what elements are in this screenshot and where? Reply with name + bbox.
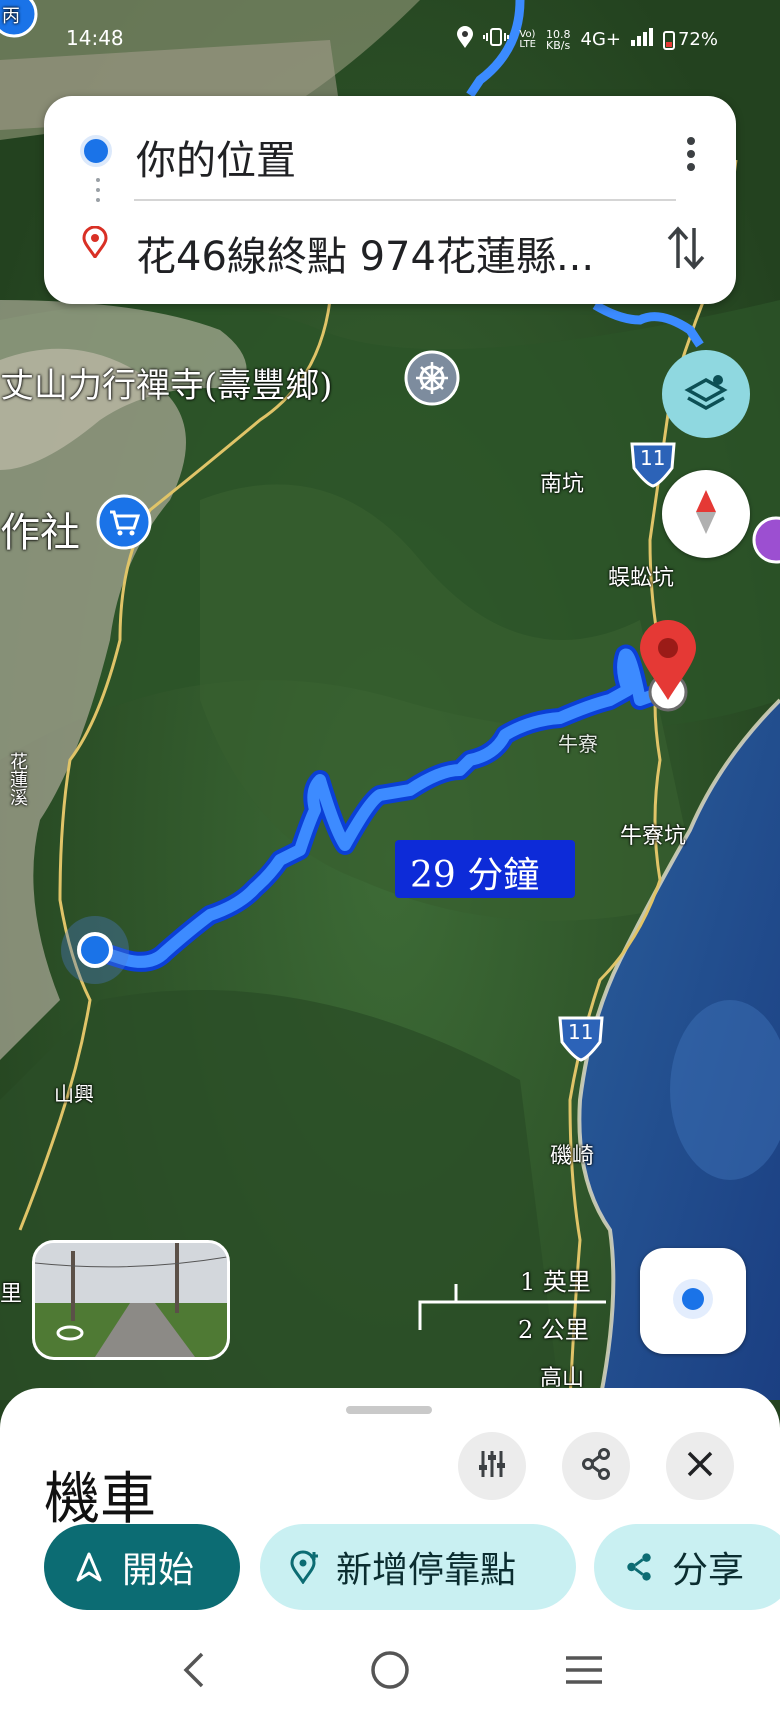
- sliders-icon: [477, 1449, 507, 1483]
- share-label: 分享: [672, 1550, 745, 1591]
- network-speed: 10.8 KB/s: [546, 27, 571, 52]
- swap-icon[interactable]: [666, 224, 706, 272]
- origin-marker: [77, 932, 113, 968]
- share-icon: [580, 1448, 612, 1484]
- highway-shield-label-top: 11: [640, 446, 666, 470]
- network-type: 4G+: [580, 29, 621, 50]
- map-label-jiqi: 磯崎: [550, 1144, 595, 1169]
- share-route-button[interactable]: [562, 1432, 630, 1500]
- share-pill-icon: [624, 1552, 654, 1582]
- home-icon[interactable]: [370, 1650, 410, 1694]
- start-button-label: 開始: [122, 1550, 195, 1591]
- map-label-nankeng: 南坑: [540, 472, 585, 497]
- destination-field[interactable]: 花46線終點 974花蓮縣...: [136, 224, 594, 282]
- start-button[interactable]: 開始: [44, 1524, 240, 1610]
- more-options-icon[interactable]: [686, 136, 696, 172]
- battery-icon: 72%: [662, 29, 718, 50]
- vibrate-icon: [483, 27, 510, 52]
- temple-icon: [404, 350, 460, 406]
- shopping-cart-icon: [96, 494, 152, 550]
- highway-shield-label-bottom: 11: [568, 1020, 594, 1044]
- volte-icon: Vo) LTE: [519, 28, 536, 50]
- close-button[interactable]: [666, 1432, 734, 1500]
- drag-handle[interactable]: [346, 1406, 432, 1414]
- location-status-icon: [457, 26, 474, 53]
- destination-pin-small-icon: [82, 225, 108, 262]
- add-stop-label: 新增停靠點: [336, 1550, 517, 1591]
- route-options-button[interactable]: [458, 1432, 526, 1500]
- travel-mode-title: 機車: [44, 1467, 156, 1532]
- compass-button[interactable]: [662, 470, 750, 558]
- scale-miles: 1 英里: [520, 1268, 591, 1296]
- status-time: 14:48: [66, 26, 124, 50]
- map-label-coop: 作社: [0, 510, 80, 556]
- back-icon[interactable]: [180, 1650, 206, 1694]
- compass-icon: [694, 490, 718, 538]
- destination-row[interactable]: 花46線終點 974花蓮縣...: [44, 202, 736, 292]
- add-stop-button[interactable]: 新增停靠點: [260, 1524, 576, 1610]
- directions-card: 你的位置 花46線終點 974花蓮縣...: [44, 96, 736, 304]
- share-button[interactable]: 分享: [594, 1524, 780, 1610]
- recents-icon[interactable]: [564, 1654, 604, 1690]
- my-location-icon: [671, 1277, 715, 1325]
- system-nav-bar: [0, 1616, 780, 1716]
- signal-icon: [630, 28, 653, 51]
- status-bar: 14:48 Vo) LTE 10.8 KB/s 4G+ 72%: [0, 22, 780, 62]
- rotate-360-icon: [55, 1323, 85, 1347]
- route-eta-label[interactable]: 29 分鐘: [410, 846, 539, 898]
- scale-km: 2 公里: [518, 1316, 589, 1344]
- field-divider: [134, 199, 676, 201]
- origin-field[interactable]: 你的位置: [136, 128, 296, 186]
- map-label-niuliao-partial: 牛寮: [558, 732, 598, 756]
- layers-icon: [684, 372, 728, 416]
- close-icon: [686, 1450, 714, 1482]
- map-label-niuliaokeng: 牛寮坑: [620, 824, 687, 849]
- layers-button[interactable]: [662, 350, 750, 438]
- navigate-arrow-icon: [76, 1552, 102, 1582]
- add-stop-pin-icon: [290, 1550, 320, 1584]
- battery-level: 72%: [677, 29, 718, 50]
- my-location-button[interactable]: [640, 1248, 746, 1354]
- map-label-li: 里: [0, 1282, 23, 1307]
- map-label-temple: 丈山力行禪寺(壽豐鄉): [0, 366, 333, 406]
- origin-dot-icon: [80, 135, 112, 167]
- map-label-shanxing: 山興: [54, 1082, 94, 1106]
- origin-row[interactable]: 你的位置: [44, 106, 736, 196]
- street-view-thumbnail[interactable]: [32, 1240, 230, 1360]
- map-label-wugongkeng: 蜈蚣坑: [608, 566, 675, 591]
- map-label-hualien-river: 花蓮溪: [7, 752, 28, 806]
